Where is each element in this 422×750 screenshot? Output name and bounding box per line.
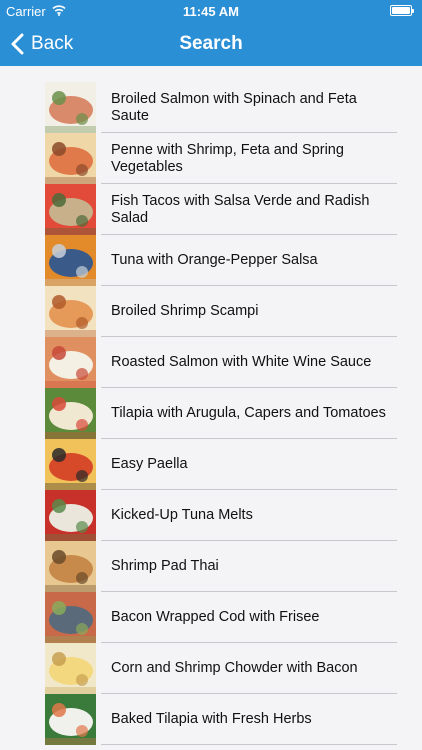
recipe-title: Broiled Shrimp Scampi: [111, 303, 259, 319]
list-item[interactable]: Easy Paella: [45, 439, 397, 490]
recipe-title: Broiled Salmon with Spinach and Feta Sau…: [111, 90, 357, 124]
list-item[interactable]: Tilapia with Arugula, Capers and Tomatoe…: [45, 388, 397, 439]
recipe-thumbnail-image: [45, 592, 96, 643]
recipe-thumbnail-image: [45, 490, 96, 541]
page-title: Search: [179, 33, 243, 54]
recipe-thumbnail-image: [45, 235, 96, 286]
list-item[interactable]: Kicked-Up Tuna Melts: [45, 490, 397, 541]
recipe-thumbnail-image: [45, 541, 96, 592]
list-item[interactable]: Penne with Shrimp, Feta and Spring Veget…: [45, 133, 397, 184]
list-item[interactable]: Broiled Shrimp Scampi: [45, 286, 397, 337]
list-item[interactable]: Tuna with Orange-Pepper Salsa: [45, 235, 397, 286]
recipe-thumbnail-image: [45, 286, 96, 337]
recipe-title: Penne with Shrimp, Feta and Spring Veget…: [111, 141, 344, 175]
recipe-title: Roasted Salmon with White Wine Sauce: [111, 354, 372, 370]
recipe-title: Shrimp Pad Thai: [111, 558, 219, 574]
recipe-title: Bacon Wrapped Cod with Frisee: [111, 609, 320, 625]
list-item[interactable]: Roasted Salmon with White Wine Sauce: [45, 337, 397, 388]
recipe-thumbnail-image: [45, 82, 96, 133]
status-time: 11:45 AM: [183, 4, 239, 19]
recipe-thumbnail-image: [45, 133, 96, 184]
recipe-title: Corn and Shrimp Chowder with Bacon: [111, 660, 358, 676]
recipe-title: Fish Tacos with Salsa Verde and Radish S…: [111, 192, 370, 226]
recipe-title: Easy Paella: [111, 456, 188, 472]
recipe-thumbnail-image: [45, 388, 96, 439]
list-item[interactable]: Fish Tacos with Salsa Verde and Radish S…: [45, 184, 397, 235]
recipe-title: Tilapia with Arugula, Capers and Tomatoe…: [111, 405, 386, 421]
list-item[interactable]: Bacon Wrapped Cod with Frisee: [45, 592, 397, 643]
recipe-thumbnail-image: [45, 439, 96, 490]
recipe-thumbnail-image: [45, 337, 96, 388]
recipe-title: Kicked-Up Tuna Melts: [111, 507, 253, 523]
list-item[interactable]: Baked Tilapia with Fresh Herbs: [45, 694, 397, 745]
recipe-thumbnail-image: [45, 184, 96, 235]
recipe-thumbnail-image: [45, 643, 96, 694]
status-bar: Carrier 11:45 AM: [0, 0, 422, 22]
battery-icon: [390, 5, 414, 16]
search-results-list: Broiled Salmon with Spinach and Feta Sau…: [45, 82, 397, 745]
navigation-bar: Back Search: [0, 22, 422, 66]
recipe-title: Baked Tilapia with Fresh Herbs: [111, 711, 312, 727]
list-item[interactable]: Broiled Salmon with Spinach and Feta Sau…: [45, 82, 397, 133]
list-item[interactable]: Corn and Shrimp Chowder with Bacon: [45, 643, 397, 694]
recipe-title: Tuna with Orange-Pepper Salsa: [111, 252, 318, 268]
list-item[interactable]: Shrimp Pad Thai: [45, 541, 397, 592]
recipe-thumbnail-image: [45, 694, 96, 745]
